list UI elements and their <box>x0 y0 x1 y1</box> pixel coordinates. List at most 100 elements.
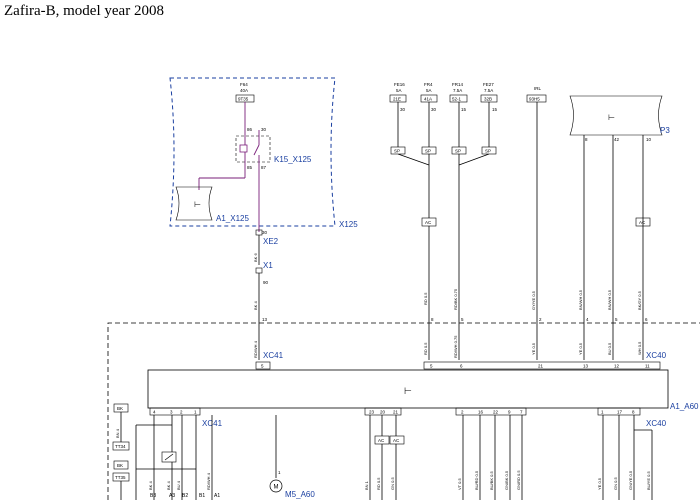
wire-label-rdbk: RD/BK 0.75 <box>453 288 458 310</box>
motor-m5-symbol: M <box>274 485 279 491</box>
a1-bottom-pin: 17 <box>617 410 623 415</box>
relay-switch <box>253 144 260 156</box>
wire-label-rd05: RD 0.5 <box>423 292 428 305</box>
a1-bottom-pin: 7 <box>520 410 523 415</box>
x1-pin-box <box>255 267 263 274</box>
p3-symbol: ⊢ <box>608 113 615 122</box>
fuse-f64-id: F64 <box>240 82 248 87</box>
relay-pin-86: 86 <box>247 127 253 132</box>
a1-top-pin-13: 13 <box>583 364 589 369</box>
a1-bottom-strip-1 <box>149 407 201 416</box>
pin-xc-6: 6 <box>645 317 648 322</box>
fuse-f64-socket: 9T35 <box>238 97 249 102</box>
wire-label-mid-rd: RD 0.5 <box>423 342 428 355</box>
relay-coil <box>239 144 248 153</box>
wire-label-bnwh2: BN/WH 0.5 <box>607 289 612 310</box>
xc41-top-label: XC41 <box>263 351 284 360</box>
fuse-fe27-rating: 7.5A <box>484 88 493 93</box>
splice-2-label: SP <box>425 149 431 154</box>
fuse-fe16-id: FE16 <box>394 82 405 87</box>
xe2-label: XE2 <box>263 237 279 246</box>
relay-pin-85: 85 <box>247 165 253 170</box>
x1-pin: 90 <box>263 280 269 285</box>
motor-pin: 1 <box>278 470 281 475</box>
fuse-fe27-id: FE27 <box>483 82 494 87</box>
a1-bottom-pin: 20 <box>380 410 386 415</box>
a1-bottom-pin: 23 <box>369 410 375 415</box>
left-box-bk1-label: BK <box>117 406 123 411</box>
a1-bottom-strip-3 <box>455 407 527 416</box>
a1-bottom-pin: 1 <box>194 410 197 415</box>
xc40-bottom-label: XC40 <box>646 419 667 428</box>
relay-pin-87: 87 <box>261 165 267 170</box>
relay-pin-30: 30 <box>261 127 267 132</box>
left-box-tt35-label: TT35 <box>115 475 126 480</box>
pin-xc-4: 4 <box>586 317 589 322</box>
fuse-fr14-rating: 7.5A <box>453 88 462 93</box>
pin-xc-2: 2 <box>539 317 542 322</box>
ac-box-1-label: AC <box>425 220 432 225</box>
bot-label-buye: BU/YE 0.5 <box>646 471 651 490</box>
a1-top-pin-12: 12 <box>614 364 620 369</box>
a1-top-pin-11: 11 <box>645 364 650 369</box>
bottom-pin-b1: B1 <box>199 493 205 499</box>
bot-label-burd: BU/RD 0.5 <box>474 470 479 490</box>
a1-bottom-pin: 4 <box>153 410 156 415</box>
wire-label-mid-ye1: YE 0.5 <box>531 342 536 355</box>
a1-bottom-pin: 21 <box>393 410 399 415</box>
fuse-fe16-rating: 5A <box>396 88 402 93</box>
bot-label-gnrd: GN/RD 0.5 <box>516 470 521 490</box>
a1-x125-symbol: ⊢ <box>194 200 201 209</box>
a1-bottom-pin: 2 <box>461 410 464 415</box>
bottom-pin-b3: B3 <box>150 493 156 499</box>
fuse-fe16-socket: 21E <box>393 97 401 102</box>
a1-bottom-pin: 9 <box>508 410 511 415</box>
xc40-top-label: XC40 <box>646 351 667 360</box>
xe2-pin: 30 <box>262 230 268 235</box>
bottom-pin-a3: A3 <box>169 493 175 499</box>
p3-pin-10: 10 <box>646 137 652 142</box>
left-label-bu4: BU 4 <box>176 480 181 490</box>
bot-label-vt05: VT 0.5 <box>457 478 462 490</box>
left-label-rdwh4: RD/WH 4 <box>206 472 211 490</box>
a1-bottom-pin: 1 <box>601 410 604 415</box>
x125-label: X125 <box>339 220 358 229</box>
p3-module <box>569 95 663 136</box>
splice-4-label: SP <box>485 149 491 154</box>
pin-xc-5b: 5 <box>615 317 618 322</box>
fuse-group-top: FE16 5A 21E 30 FR4 5A 41A 30 FR14 7.5A 5… <box>389 82 547 112</box>
wire-fe16-cross <box>397 153 430 166</box>
wire-label-mid-wh: WH 0.5 <box>637 341 642 355</box>
a1-x125-label: A1_X125 <box>216 214 249 223</box>
a1-top-pin-5: 5 <box>261 364 264 369</box>
fuse-fe27-pin: 15 <box>492 107 498 112</box>
bottom-pin-b2: B2 <box>182 493 188 499</box>
wire-label-bkgy: BK/GY 0.5 <box>637 290 642 310</box>
ac-box-2-label: AC <box>639 220 646 225</box>
a1-bottom-pins: 4 3 2 1 23 20 21 2 16 22 9 7 1 17 8 <box>153 410 635 415</box>
bot-label-bn1: BN 1 <box>364 480 369 490</box>
pin-xc-8: 8 <box>431 317 434 322</box>
wire-label-gyye: GY/YE 0.5 <box>531 290 536 310</box>
a1-top-pin-6: 6 <box>460 364 463 369</box>
bot-label-gnbk: GN/BK 0.5 <box>504 470 509 490</box>
ac-box-3-label: AC <box>378 438 385 443</box>
a1-top-pin-21: 21 <box>538 364 544 369</box>
bot-label-gnye: GN/YE 0.5 <box>628 470 633 490</box>
wire-label-mid-ye2: YE 0.5 <box>578 342 583 355</box>
bot-label-ye05: YE 0.5 <box>597 477 602 490</box>
bot-label-bubk: BU/BK 0.5 <box>489 471 494 490</box>
left-box-tt34-label: TT34 <box>115 444 126 449</box>
left-label-bn4: BN 4 <box>115 428 120 438</box>
wire-label-bk6: BK 6 <box>253 253 258 262</box>
a1-top-pin-5b: 5 <box>430 364 433 369</box>
wire-label-bk4: BK 4 <box>253 301 258 310</box>
pin-xc-5: 5 <box>461 317 464 322</box>
wire-label-bnwh1: BN/WH 0.5 <box>578 289 583 310</box>
fuse-irl-socket: 93H5 <box>529 97 540 102</box>
left-box-bk2-label: BK <box>117 463 123 468</box>
a1-bottom-pin: 16 <box>478 410 484 415</box>
motor-m5-label: M5_A60 <box>285 490 315 499</box>
a1-bottom-pin: 3 <box>170 410 173 415</box>
fuse-fr14-socket: 52-1 <box>452 97 462 102</box>
